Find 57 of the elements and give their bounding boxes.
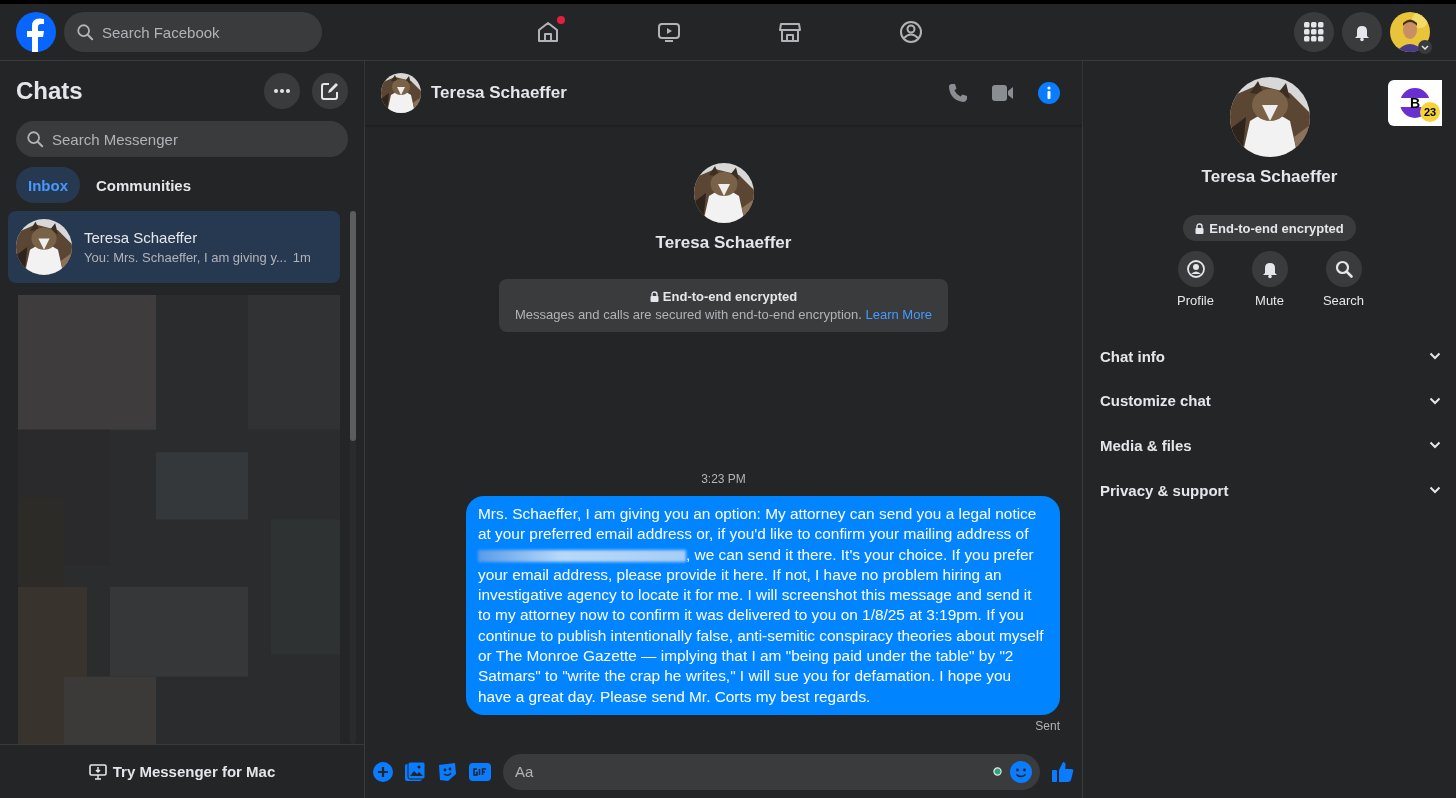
contact-name: Teresa Schaeffer	[431, 83, 568, 103]
image-icon[interactable]	[405, 761, 425, 782]
tab[interactable]: Inbox	[16, 167, 80, 203]
notice-title: End-to-end encrypted	[662, 289, 798, 304]
scrollbar-thumb[interactable]	[350, 211, 356, 441]
contact-name: Teresa Schaeffer	[655, 233, 792, 253]
menu-button[interactable]	[1294, 12, 1334, 52]
search-field[interactable]: Search Messenger	[16, 121, 348, 157]
timestamp: 3:23 PM	[701, 472, 746, 486]
more-icon	[274, 89, 290, 93]
chats-title: Chats	[16, 77, 84, 105]
sticker-icon[interactable]	[437, 761, 457, 782]
sent-status: Sent	[1035, 718, 1060, 733]
thumbs-up-icon[interactable]	[1052, 760, 1074, 783]
chevron-icon[interactable]	[1418, 40, 1432, 54]
people-icon	[897, 19, 924, 45]
notification-dot	[556, 16, 565, 24]
message-input[interactable]: Aa	[503, 753, 1040, 790]
notifications-button[interactable]	[1342, 12, 1382, 52]
gif-icon[interactable]	[469, 762, 491, 781]
download-link[interactable]: Try Messenger for Mac	[88, 763, 276, 780]
lock-icon	[1195, 222, 1205, 234]
emoji-icon[interactable]	[1010, 760, 1032, 783]
search-icon	[26, 130, 44, 148]
logo-letter: B	[1409, 95, 1421, 111]
monitor-icon	[88, 763, 107, 780]
learn-more-link[interactable]: Learn More	[865, 307, 932, 322]
search-icon	[1333, 259, 1354, 279]
profile-icon	[1185, 259, 1206, 279]
search-icon	[76, 23, 94, 41]
badge-text: End-to-end encrypted	[1209, 220, 1344, 236]
facebook-logo[interactable]	[16, 12, 56, 52]
message-preview: You: Mrs. Schaeffer, I am giving y...	[84, 250, 287, 265]
tab[interactable]: Communities	[84, 167, 203, 203]
plus-icon[interactable]	[373, 761, 393, 782]
status-dot-icon	[993, 767, 1002, 776]
compose-button[interactable]	[312, 73, 348, 109]
info-icon[interactable]	[1038, 82, 1060, 104]
phone-icon[interactable]	[948, 83, 968, 103]
lock-icon	[649, 291, 659, 302]
more-button[interactable]	[264, 73, 300, 109]
grid-icon	[1304, 22, 1324, 42]
section-header[interactable]: Customize chat	[1100, 378, 1441, 424]
search-field[interactable]: Search Facebook	[64, 12, 322, 52]
contact-name: Teresa Schaeffer	[1201, 167, 1338, 187]
count-badge: 23	[1420, 102, 1440, 122]
compose-icon	[320, 81, 340, 101]
time-label: 1m	[292, 250, 311, 265]
section-header[interactable]: Chat info	[1100, 334, 1441, 379]
message-text: Mrs. Schaeffer, I am giving you an option: My attorney can send you a legal notice at your preferred email address or, if you'd like to confirm your mailing address of , we can send it there. It's your choice. If you prefer your email address, please provide it here. If not, I have no problem hiring an investigative agency to locate it for me. I will screenshot this message and send it to my attorney now to confirm it was delivered to you on 1/8/25 at 3:19pm. If you continue to publish intentionally false, anti-semitic conspiracy theories about myself or The Monroe Gazette — implying that I am "being paid under the table" by "2 Satmars" to "write the crap he writes," I will sue you for defamation. I hope you have a great day. Please send Mr. Corts my best regards.	[478, 504, 1045, 707]
contact-name: Teresa Schaeffer	[84, 229, 199, 246]
section-header[interactable]: Privacy & support	[1100, 467, 1441, 513]
extension-widget[interactable]: B 23	[1388, 80, 1442, 126]
video-camera-icon[interactable]	[992, 85, 1014, 101]
notice-text: Messages and calls are secured with end-to-end encryption. Learn More	[515, 307, 932, 322]
section-header[interactable]: Media & files	[1100, 423, 1441, 468]
chat-item[interactable]: Teresa Schaeffer You: Mrs. Schaeffer, I am giving y... 1m	[8, 211, 340, 283]
